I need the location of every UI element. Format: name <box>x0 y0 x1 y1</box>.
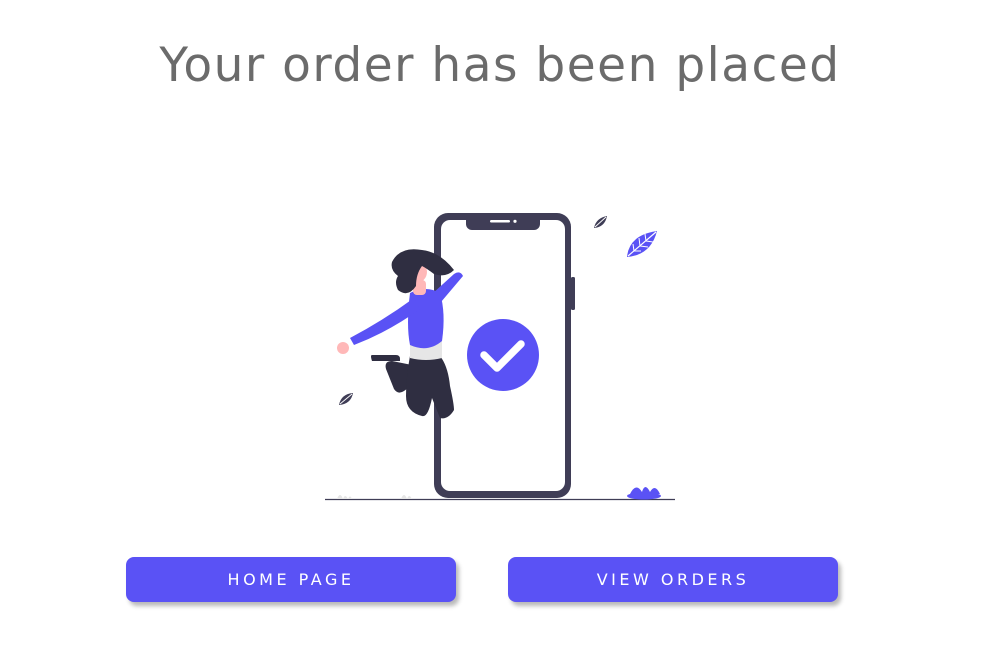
grass-tuft-icon <box>337 495 412 499</box>
home-page-button[interactable]: HOME PAGE <box>126 557 456 602</box>
leaf-icon <box>594 216 607 228</box>
page-title: Your order has been placed <box>159 38 841 93</box>
plant-icon <box>627 487 661 500</box>
leaf-icon <box>339 393 353 405</box>
checkmark-icon <box>467 319 539 391</box>
leaf-icon <box>627 231 657 257</box>
order-success-illustration <box>325 213 675 501</box>
view-orders-button[interactable]: VIEW ORDERS <box>508 557 838 602</box>
